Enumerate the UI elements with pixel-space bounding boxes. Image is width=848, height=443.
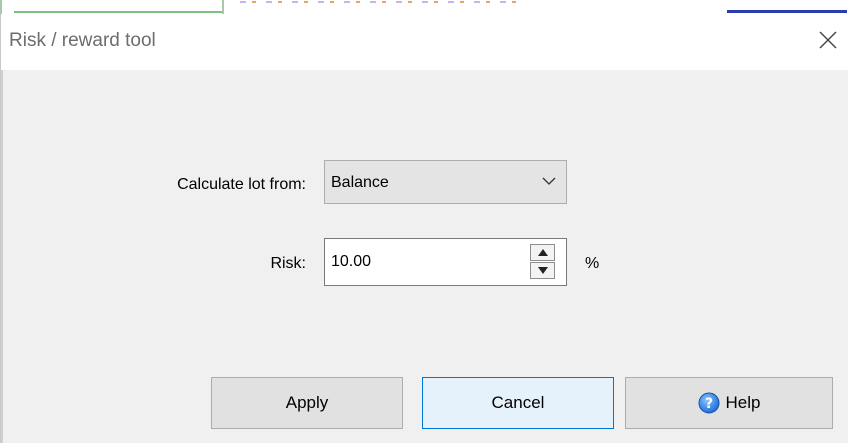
help-button-label: Help bbox=[725, 393, 761, 412]
background-line bbox=[14, 11, 224, 13]
cancel-button[interactable]: Cancel bbox=[422, 377, 614, 429]
close-icon[interactable] bbox=[817, 29, 839, 51]
background-line bbox=[727, 10, 847, 13]
background-line bbox=[222, 0, 224, 14]
screen: Risk / reward tool Calculate lot from: B… bbox=[0, 0, 848, 443]
arrow-down-icon bbox=[538, 267, 548, 274]
spin-down-button[interactable] bbox=[530, 262, 555, 279]
chevron-down-icon bbox=[542, 177, 556, 185]
background-line bbox=[240, 1, 520, 3]
calculate-lot-selected-value: Balance bbox=[331, 174, 389, 191]
help-button[interactable]: ? Help bbox=[625, 377, 833, 429]
svg-text:?: ? bbox=[704, 396, 712, 412]
arrow-up-icon bbox=[538, 249, 548, 256]
question-circle-icon: ? bbox=[698, 392, 720, 414]
title-bar: Risk / reward tool bbox=[1, 14, 848, 70]
background-app-strip bbox=[0, 0, 848, 14]
percent-unit-label: % bbox=[585, 255, 600, 272]
calculate-lot-label: Calculate lot from: bbox=[177, 176, 306, 193]
window-title: Risk / reward tool bbox=[9, 30, 156, 51]
apply-button[interactable]: Apply bbox=[211, 377, 403, 429]
calculate-lot-select[interactable]: Balance bbox=[324, 160, 567, 204]
spin-up-button[interactable] bbox=[530, 244, 555, 261]
risk-label: Risk: bbox=[270, 255, 306, 272]
background-line bbox=[0, 0, 2, 14]
apply-button-label: Apply bbox=[285, 393, 329, 412]
cancel-button-label: Cancel bbox=[491, 393, 545, 412]
risk-reward-dialog: Risk / reward tool Calculate lot from: B… bbox=[0, 14, 848, 443]
dialog-edge bbox=[1, 70, 3, 443]
risk-input[interactable] bbox=[331, 253, 521, 271]
